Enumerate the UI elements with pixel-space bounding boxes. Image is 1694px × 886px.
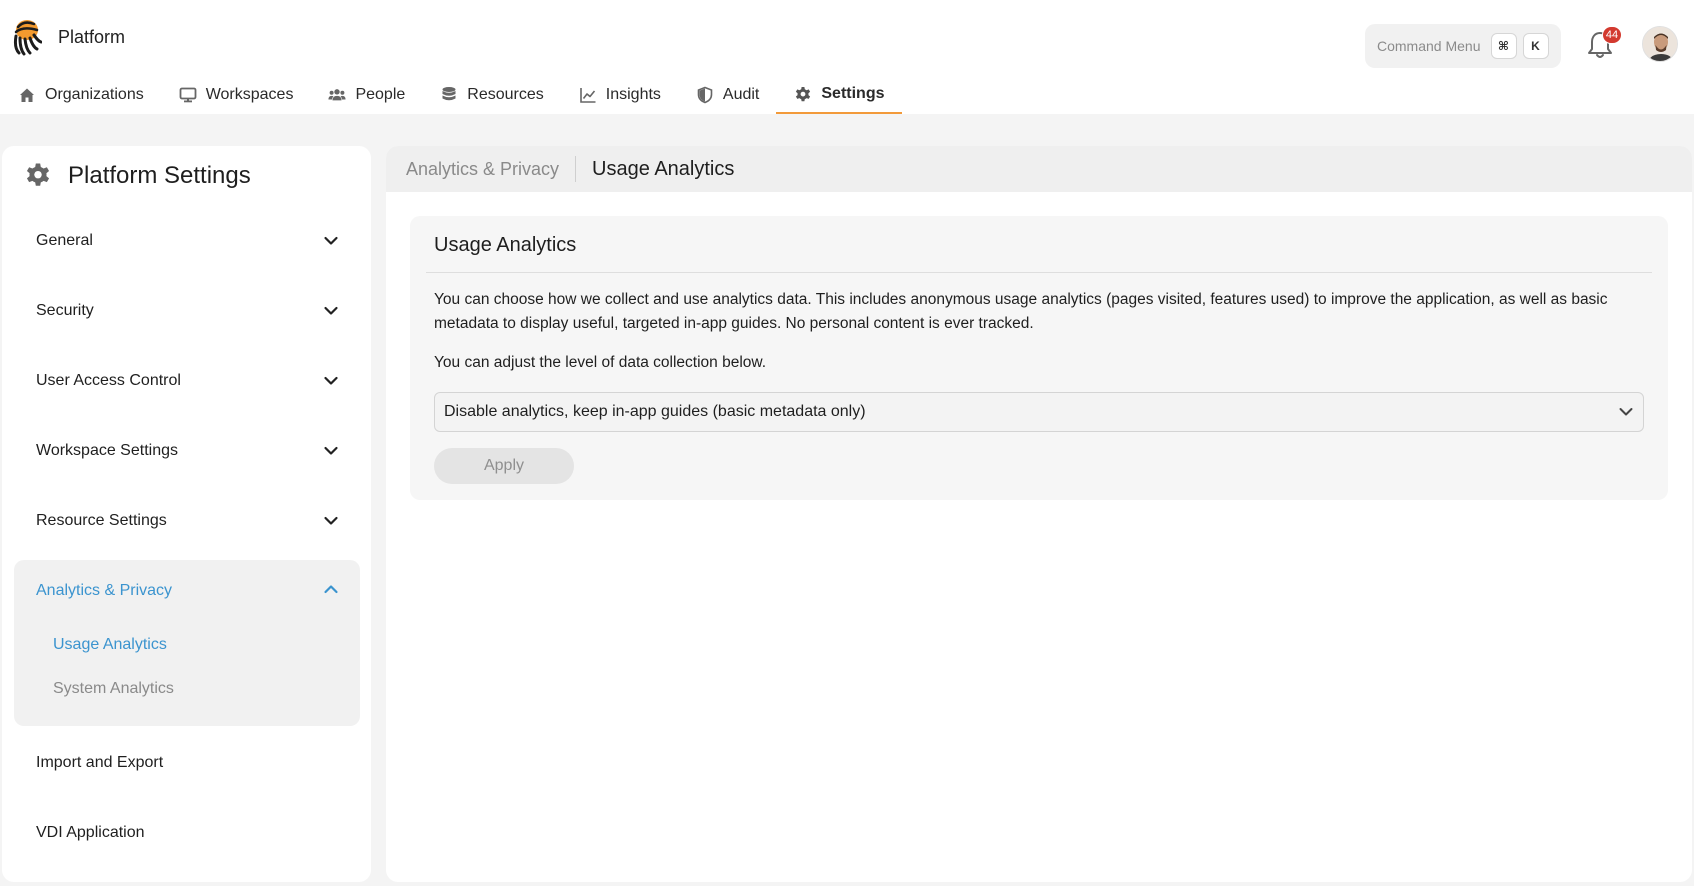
nav-label: Resources	[467, 86, 544, 103]
settings-sidebar: Platform Settings General Security User …	[2, 146, 371, 882]
database-icon	[440, 86, 458, 104]
sidebar-subitem-system-analytics[interactable]: System Analytics	[53, 680, 174, 698]
chevron-down-icon	[324, 236, 338, 245]
brand[interactable]: Platform	[10, 18, 125, 56]
nav-label: Insights	[605, 86, 661, 103]
shield-icon	[696, 86, 714, 104]
home-icon	[18, 86, 36, 104]
select-value: Disable analytics, keep in-app guides (b…	[444, 403, 866, 420]
breadcrumb: Analytics & Privacy Usage Analytics	[386, 146, 1692, 192]
nav-label: People	[355, 86, 406, 103]
nav-insights[interactable]: Insights	[561, 76, 678, 114]
nav-resources[interactable]: Resources	[422, 76, 560, 114]
app-name: Platform	[58, 26, 126, 47]
nav-label: Audit	[722, 86, 760, 103]
user-avatar[interactable]	[1642, 26, 1678, 62]
nav-people[interactable]: People	[310, 76, 422, 114]
card-description: You can choose how we collect and use an…	[434, 291, 1608, 332]
chevron-down-icon	[324, 306, 338, 315]
chevron-up-icon[interactable]	[322, 580, 340, 598]
nav-label: Workspaces	[205, 86, 294, 103]
gear-icon	[26, 163, 50, 186]
top-bar: Platform Command Menu ⌘ K 44 Organizatio…	[0, 0, 1694, 114]
sidebar-item-label: Resource Settings	[36, 512, 167, 529]
nav-audit[interactable]: Audit	[678, 76, 776, 114]
people-icon	[328, 86, 347, 104]
chevron-down-icon	[324, 446, 338, 455]
sidebar-item-import-export[interactable]: Import and Export	[14, 734, 360, 792]
nav-workspaces[interactable]: Workspaces	[161, 76, 311, 114]
sidebar-item-security[interactable]: Security	[14, 282, 360, 340]
sidebar-title-text: Platform Settings	[68, 162, 251, 189]
sidebar-item-label: Security	[36, 302, 94, 319]
card-divider	[426, 272, 1652, 273]
analytics-level-select[interactable]: Disable analytics, keep in-app guides (b…	[434, 392, 1644, 432]
nav-settings[interactable]: Settings	[776, 76, 902, 114]
sidebar-title: Platform Settings	[24, 162, 251, 190]
sidebar-subitem-usage-analytics[interactable]: Usage Analytics	[53, 636, 167, 654]
chevron-down-icon	[324, 376, 338, 385]
k-key: K	[1522, 33, 1549, 59]
nav-label: Organizations	[45, 86, 144, 103]
sidebar-item-label: General	[36, 232, 93, 249]
sidebar-item-label: Import and Export	[36, 754, 164, 771]
octopus-logo-icon	[13, 20, 42, 56]
chart-line-icon	[579, 86, 597, 104]
card-title: Usage Analytics	[434, 234, 577, 256]
nav-organizations[interactable]: Organizations	[0, 76, 161, 114]
notification-badge: 44	[1602, 26, 1622, 44]
sidebar-item-general[interactable]: General	[14, 212, 360, 270]
sidebar-group-label[interactable]: Analytics & Privacy	[36, 582, 172, 600]
sidebar-item-label: Workspace Settings	[36, 442, 178, 459]
sidebar-item-user-access-control[interactable]: User Access Control	[14, 352, 360, 410]
sidebar-item-vdi-application[interactable]: VDI Application	[14, 804, 360, 862]
apply-button[interactable]: Apply	[434, 448, 574, 484]
command-key: ⌘	[1490, 33, 1517, 59]
chevron-down-icon	[1619, 408, 1633, 416]
breadcrumb-current: Usage Analytics	[592, 157, 735, 180]
breadcrumb-divider	[575, 156, 577, 182]
sidebar-item-workspace-settings[interactable]: Workspace Settings	[14, 422, 360, 480]
nav-label: Settings	[821, 85, 885, 102]
main-nav: Organizations Workspaces People Resource…	[0, 76, 902, 114]
sidebar-item-label: VDI Application	[36, 824, 145, 841]
command-menu-label: Command Menu	[1377, 38, 1481, 54]
sidebar-item-resource-settings[interactable]: Resource Settings	[14, 492, 360, 550]
sidebar-group-analytics-privacy: Analytics & Privacy Usage Analytics Syst…	[14, 560, 360, 726]
command-menu-button[interactable]: Command Menu ⌘ K	[1365, 24, 1561, 68]
breadcrumb-parent[interactable]: Analytics & Privacy	[406, 159, 559, 180]
card-instruction: You can adjust the level of data collect…	[434, 354, 767, 371]
avatar-portrait-icon	[1643, 27, 1677, 61]
sidebar-item-label: User Access Control	[36, 372, 181, 389]
main-panel: Analytics & Privacy Usage Analytics Usag…	[386, 146, 1692, 882]
monitor-icon	[179, 86, 197, 104]
gear-icon	[794, 85, 812, 103]
usage-analytics-card: Usage Analytics You can choose how we co…	[410, 216, 1668, 500]
chevron-down-icon	[324, 516, 338, 525]
